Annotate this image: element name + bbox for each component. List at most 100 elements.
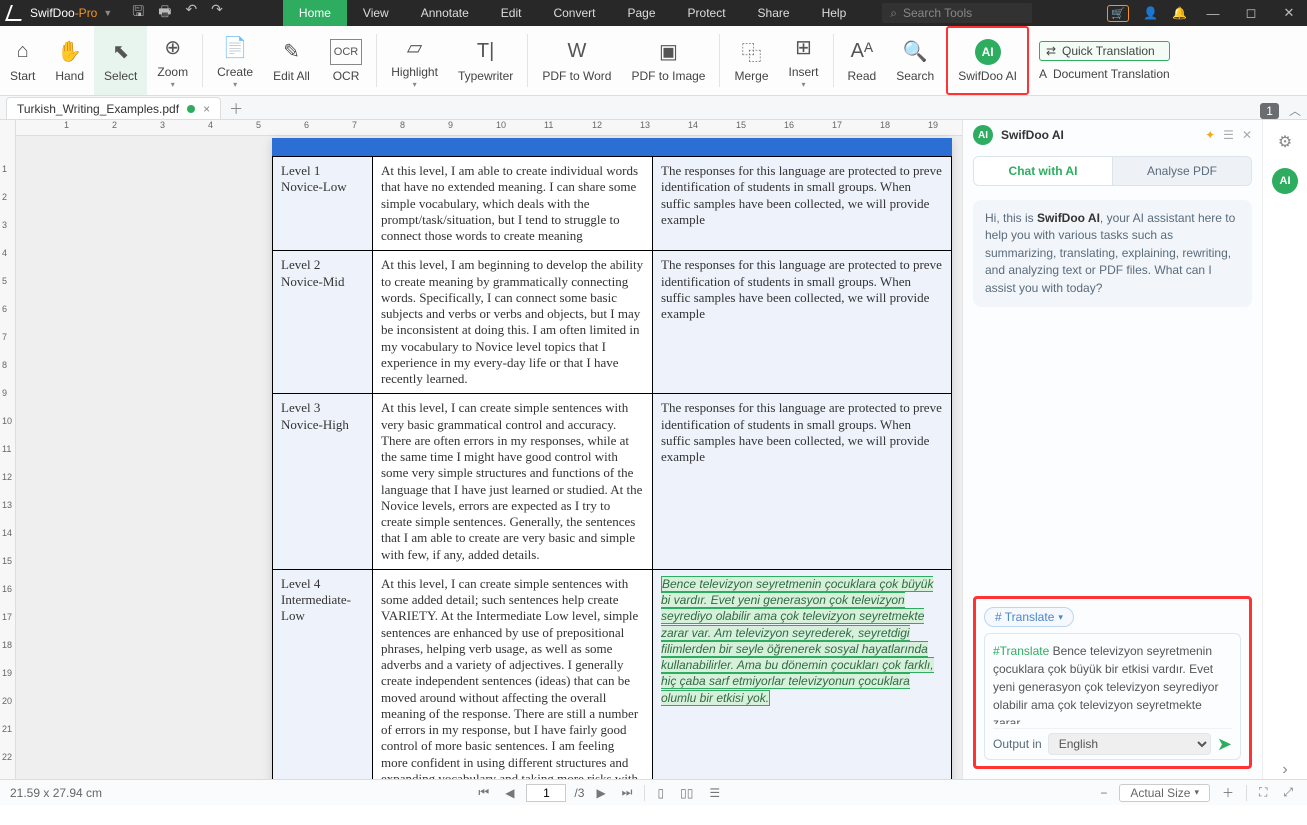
ribbon-pdf-to-word[interactable]: WPDF to Word bbox=[532, 26, 621, 95]
page-indicator: 1 bbox=[1260, 103, 1279, 119]
ribbon-insert[interactable]: ⊞Insert▾ bbox=[779, 26, 829, 95]
ribbon-typewriter[interactable]: T|Typewriter bbox=[448, 26, 523, 95]
horizontal-ruler: 12345678910111213141516171819 bbox=[16, 120, 962, 136]
ribbon-pdf-to-image[interactable]: ▣PDF to Image bbox=[621, 26, 715, 95]
statusbar: 21.59 x 27.94 cm ⏮ ◀ /3 ▶ ⏭ ▯ ▯▯ ☰ − Act… bbox=[0, 779, 1307, 805]
fullscreen-icon[interactable]: ⤢ bbox=[1279, 783, 1297, 802]
document-translation-button[interactable]: ADocument Translation bbox=[1039, 67, 1170, 81]
page-header-bar bbox=[272, 138, 952, 156]
ribbon-search[interactable]: 🔍Search bbox=[886, 26, 944, 95]
tab-chat-with-ai[interactable]: Chat with AI bbox=[974, 157, 1113, 185]
send-icon[interactable]: ➤ bbox=[1217, 734, 1232, 755]
close-tab-icon[interactable]: × bbox=[203, 102, 210, 116]
chevron-down-icon: ▾ bbox=[1058, 612, 1063, 623]
redo-icon[interactable]: ↷ bbox=[211, 1, 223, 25]
ribbon-edit-all[interactable]: ✎Edit All bbox=[263, 26, 320, 95]
ribbon-select[interactable]: ⬉Select bbox=[94, 26, 147, 95]
single-page-view-icon[interactable]: ▯ bbox=[653, 784, 668, 802]
page-dimensions: 21.59 x 27.94 cm bbox=[10, 786, 102, 800]
ribbon-zoom[interactable]: ⊕Zoom▾ bbox=[147, 26, 198, 95]
continuous-view-icon[interactable]: ☰ bbox=[705, 784, 724, 802]
table-row: Level 3Novice-High bbox=[273, 394, 373, 570]
ai-panel-title: SwifDoo AI bbox=[1001, 128, 1064, 142]
ribbon: ⌂Start✋Hand⬉Select⊕Zoom▾📄Create▾✎Edit Al… bbox=[0, 26, 1307, 96]
user-icon[interactable]: 👤 bbox=[1143, 6, 1158, 20]
app-dropdown-icon[interactable]: ▼ bbox=[103, 8, 112, 18]
table-row: Level 2Novice-Mid bbox=[273, 251, 373, 394]
document-tabbar: Turkish_Writing_Examples.pdf × ＋ 1 ︿ bbox=[0, 96, 1307, 120]
menu-home[interactable]: Home bbox=[283, 0, 347, 26]
fit-page-icon[interactable]: ⛶ bbox=[1255, 783, 1271, 802]
search-tools[interactable]: ⌕ Search Tools bbox=[882, 3, 1032, 23]
bell-icon[interactable]: 🔔 bbox=[1172, 6, 1187, 20]
next-page-icon[interactable]: ▶ bbox=[592, 784, 609, 802]
table-row: Level 4Intermediate-Low bbox=[273, 569, 373, 779]
menu-annotate[interactable]: Annotate bbox=[405, 0, 485, 26]
translate-tag[interactable]: # Translate▾ bbox=[984, 607, 1074, 627]
doc-translate-icon: A bbox=[1039, 67, 1047, 81]
tab-analyse-pdf[interactable]: Analyse PDF bbox=[1113, 157, 1251, 185]
menu-convert[interactable]: Convert bbox=[537, 0, 611, 26]
output-language-select[interactable]: English bbox=[1048, 733, 1211, 755]
zoom-in-icon[interactable]: ＋ bbox=[1218, 782, 1238, 803]
save-icon[interactable]: 🖫 bbox=[132, 1, 144, 25]
history-icon[interactable]: ☰ bbox=[1223, 128, 1234, 142]
ribbon-merge[interactable]: ⿻Merge bbox=[724, 26, 778, 95]
add-tab-icon[interactable]: ＋ bbox=[229, 99, 243, 119]
search-icon: ⌕ bbox=[890, 6, 897, 21]
quick-translation-button[interactable]: ⇄Quick Translation bbox=[1039, 41, 1170, 61]
ai-panel: AI SwifDoo AI ✦ ☰ ✕ Chat with AI Analyse… bbox=[962, 120, 1262, 779]
last-page-icon[interactable]: ⏭ bbox=[618, 783, 637, 802]
ribbon-start[interactable]: ⌂Start bbox=[0, 26, 45, 95]
ribbon-ocr[interactable]: OCROCR bbox=[320, 26, 372, 95]
ribbon-create[interactable]: 📄Create▾ bbox=[207, 26, 263, 95]
titlebar: SwifDoo-Pro ▼ 🖫 🖶 ↶ ↷ HomeViewAnnotateEd… bbox=[0, 0, 1307, 26]
document-tab[interactable]: Turkish_Writing_Examples.pdf × bbox=[6, 97, 221, 119]
collapse-panel-icon[interactable]: ︿ bbox=[1289, 102, 1301, 119]
zoom-out-icon[interactable]: − bbox=[1096, 784, 1111, 802]
print-icon[interactable]: 🖶 bbox=[158, 1, 171, 25]
workspace: 1234567891011121314151617181920212223 12… bbox=[0, 120, 1307, 779]
table-row: Level 1Novice-Low bbox=[273, 157, 373, 251]
main-menu: HomeViewAnnotateEditConvertPageProtectSh… bbox=[283, 0, 862, 26]
tab-filename: Turkish_Writing_Examples.pdf bbox=[17, 102, 179, 116]
ai-tabs: Chat with AI Analyse PDF bbox=[973, 156, 1252, 186]
sliders-icon[interactable]: ⚙ bbox=[1278, 132, 1292, 152]
prompt-text: #Translate Bence televizyon seyretmenin … bbox=[993, 642, 1232, 724]
two-page-view-icon[interactable]: ▯▯ bbox=[676, 784, 697, 802]
first-page-icon[interactable]: ⏮ bbox=[474, 783, 493, 802]
document-area[interactable]: 1234567891011121314151617181920212223 12… bbox=[0, 120, 962, 779]
prev-page-icon[interactable]: ◀ bbox=[501, 784, 518, 802]
vertical-ruler: 1234567891011121314151617181920212223 bbox=[0, 120, 16, 779]
ribbon-highlight[interactable]: ▱Highlight▾ bbox=[381, 26, 448, 95]
modified-dot-icon bbox=[187, 105, 195, 113]
page-number-input[interactable] bbox=[526, 784, 566, 802]
maximize-icon[interactable]: ◻ bbox=[1239, 5, 1263, 21]
close-panel-icon[interactable]: ✕ bbox=[1242, 128, 1252, 142]
menu-view[interactable]: View bbox=[347, 0, 405, 26]
ai-side-icon[interactable]: AI bbox=[1272, 168, 1298, 194]
expand-icon[interactable]: › bbox=[1282, 761, 1287, 779]
menu-edit[interactable]: Edit bbox=[485, 0, 538, 26]
menu-help[interactable]: Help bbox=[806, 0, 863, 26]
close-window-icon[interactable]: ✕ bbox=[1277, 5, 1301, 21]
output-in-label: Output in bbox=[993, 737, 1042, 751]
prompt-box: # Translate▾ #Translate Bence televizyon… bbox=[973, 596, 1252, 769]
app-logo-icon bbox=[5, 5, 27, 21]
ribbon-hand[interactable]: ✋Hand bbox=[45, 26, 94, 95]
sparkle-icon[interactable]: ✦ bbox=[1205, 128, 1215, 142]
menu-protect[interactable]: Protect bbox=[672, 0, 742, 26]
ribbon-read[interactable]: AᴬRead bbox=[838, 26, 887, 95]
undo-icon[interactable]: ↶ bbox=[185, 1, 197, 25]
search-placeholder: Search Tools bbox=[903, 6, 972, 20]
cart-icon[interactable]: 🛒 bbox=[1107, 5, 1129, 22]
ribbon-swifdoo-ai[interactable]: AISwifDoo AI bbox=[946, 26, 1029, 95]
translate-icon: ⇄ bbox=[1046, 44, 1056, 58]
menu-page[interactable]: Page bbox=[611, 0, 671, 26]
app-name: SwifDoo-Pro bbox=[30, 6, 97, 20]
minimize-icon[interactable]: — bbox=[1201, 6, 1225, 21]
pdf-page: Level 1Novice-LowAt this level, I am abl… bbox=[272, 138, 952, 779]
prompt-input[interactable]: #Translate Bence televizyon seyretmenin … bbox=[984, 633, 1241, 760]
menu-share[interactable]: Share bbox=[742, 0, 806, 26]
zoom-display[interactable]: Actual Size▾ bbox=[1119, 784, 1210, 802]
